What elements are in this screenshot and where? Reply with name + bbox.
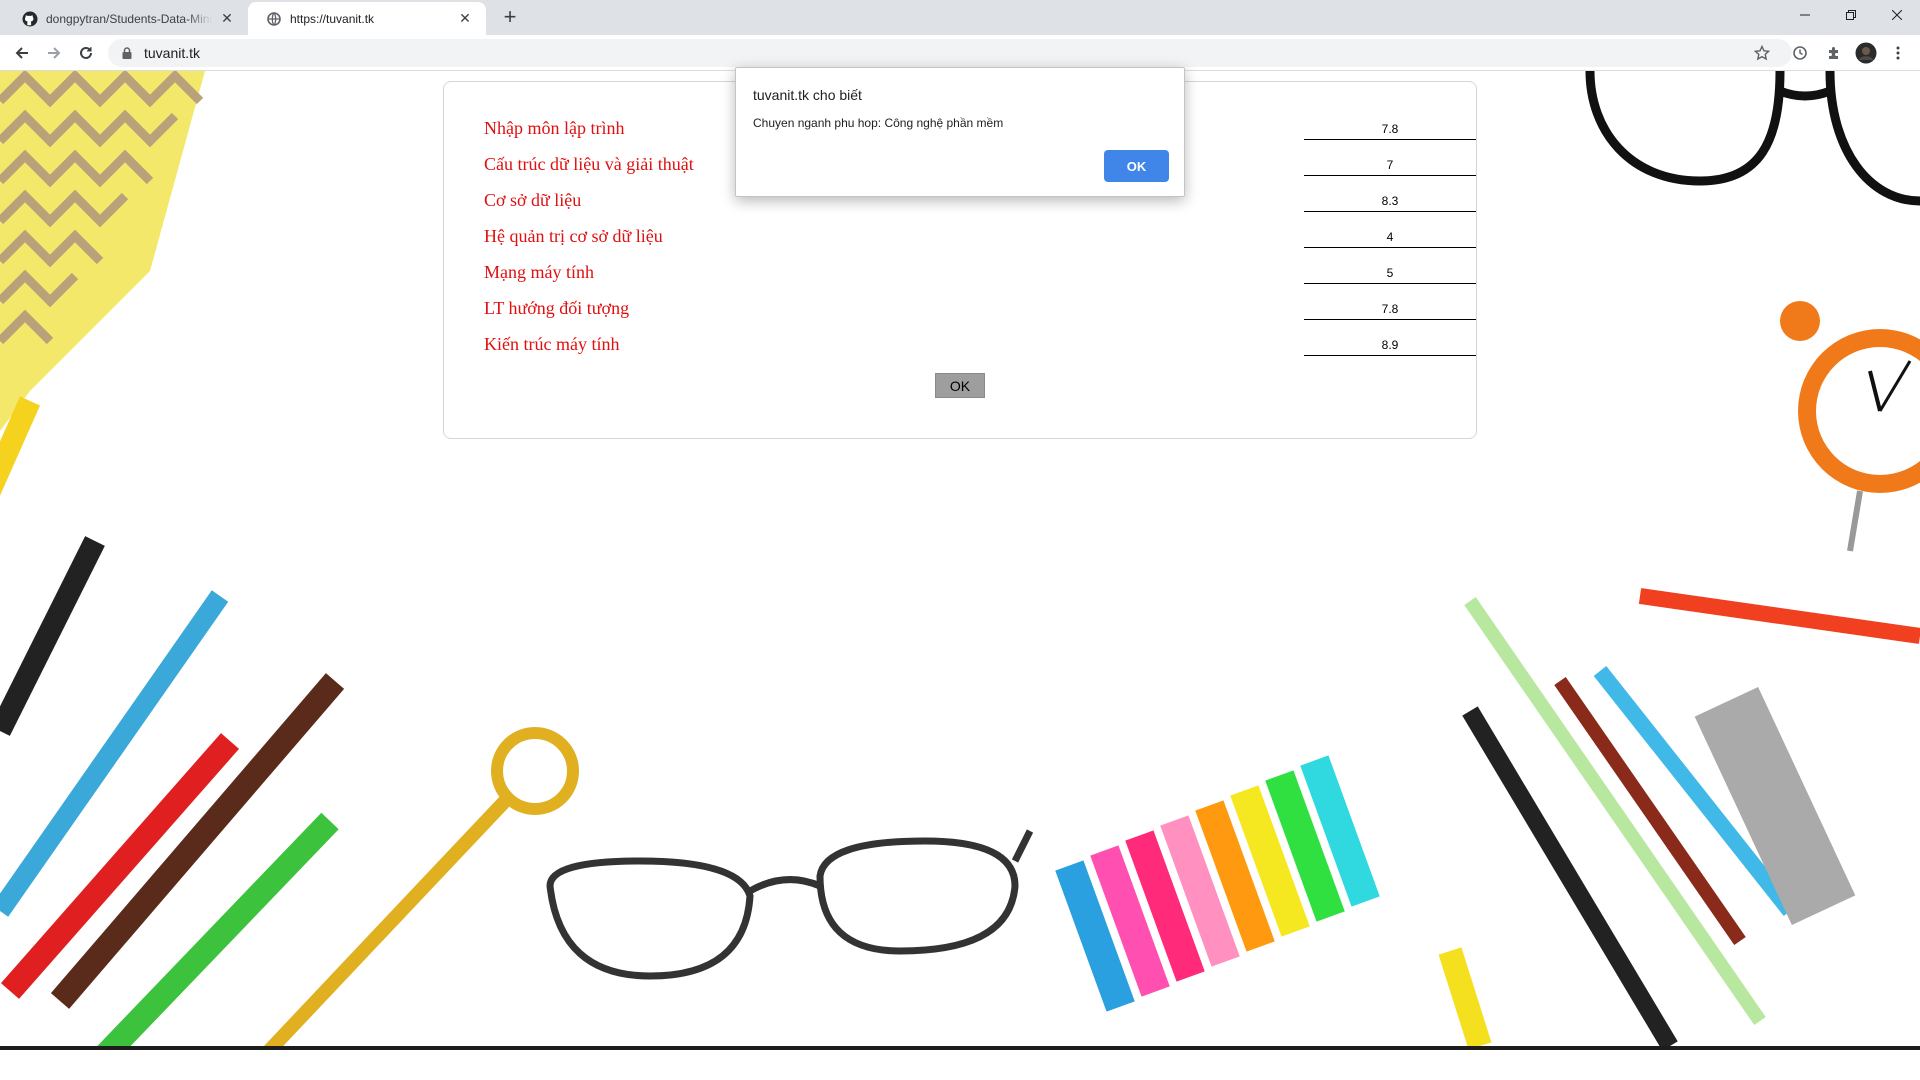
new-tab-button[interactable]: +: [496, 6, 524, 30]
alert-ok-button[interactable]: OK: [1104, 150, 1169, 182]
score-input[interactable]: [1304, 334, 1476, 356]
taskbar-strip: [0, 1046, 1920, 1080]
score-input[interactable]: [1304, 190, 1476, 212]
subject-row: Mạng máy tính: [484, 262, 1476, 296]
subject-row: Hệ quản trị cơ sở dữ liệu: [484, 226, 1476, 260]
close-window-icon[interactable]: [1874, 0, 1920, 30]
close-tab-icon[interactable]: ✕: [218, 10, 236, 28]
lock-icon[interactable]: [120, 46, 134, 60]
tab-tuvanit[interactable]: https://tuvanit.tk ✕: [248, 2, 486, 35]
browser-toolbar: tuvanit.tk: [0, 35, 1920, 71]
subject-label: Kiến trúc máy tính: [484, 334, 620, 354]
subject-label: Hệ quản trị cơ sở dữ liệu: [484, 226, 663, 246]
minimize-icon[interactable]: [1782, 0, 1828, 30]
history-sync-icon[interactable]: [1786, 39, 1814, 67]
score-input[interactable]: [1304, 262, 1476, 284]
subject-row: Kiến trúc máy tính: [484, 334, 1476, 368]
alert-title: tuvanit.tk cho biết: [753, 87, 862, 103]
tab-title: https://tuvanit.tk: [290, 11, 375, 26]
subject-label: Mạng máy tính: [484, 262, 594, 282]
extensions-puzzle-icon[interactable]: [1820, 39, 1848, 67]
subject-label: LT hướng đối tượng: [484, 298, 630, 318]
submit-button[interactable]: OK: [935, 373, 985, 398]
tab-title: dongpytran/Students-Data-Minin: [46, 11, 212, 26]
subject-label: Nhập môn lập trình: [484, 118, 625, 138]
back-arrow-icon[interactable]: [8, 39, 36, 67]
subject-label: Cấu trúc dữ liệu và giải thuật: [484, 154, 694, 174]
bookmark-star-icon[interactable]: [1748, 39, 1776, 67]
github-icon: [22, 11, 38, 27]
close-tab-icon[interactable]: ✕: [456, 10, 474, 28]
forward-arrow-icon[interactable]: [40, 39, 68, 67]
alert-dialog: tuvanit.tk cho biết Chuyen nganh phu hop…: [735, 67, 1185, 197]
alert-message: Chuyen nganh phu hop: Công nghệ phần mềm: [753, 116, 1004, 130]
address-bar[interactable]: tuvanit.tk: [108, 39, 1792, 67]
score-input[interactable]: [1304, 154, 1476, 176]
subject-row: LT hướng đối tượng: [484, 298, 1476, 332]
tab-github[interactable]: dongpytran/Students-Data-Minin ✕: [4, 2, 248, 35]
profile-avatar-icon[interactable]: [1852, 39, 1880, 67]
url-text: tuvanit.tk: [144, 45, 201, 61]
score-input[interactable]: [1304, 118, 1476, 140]
globe-icon: [266, 11, 282, 27]
subject-label: Cơ sở dữ liệu: [484, 190, 582, 210]
score-input[interactable]: [1304, 298, 1476, 320]
menu-kebab-icon[interactable]: [1884, 39, 1912, 67]
tab-strip: dongpytran/Students-Data-Minin ✕ https:/…: [0, 0, 1920, 35]
reload-icon[interactable]: [72, 39, 100, 67]
page-viewport: Nhập môn lập trình Cấu trúc dữ liệu và g…: [0, 71, 1920, 1046]
restore-icon[interactable]: [1828, 0, 1874, 30]
score-input[interactable]: [1304, 226, 1476, 248]
